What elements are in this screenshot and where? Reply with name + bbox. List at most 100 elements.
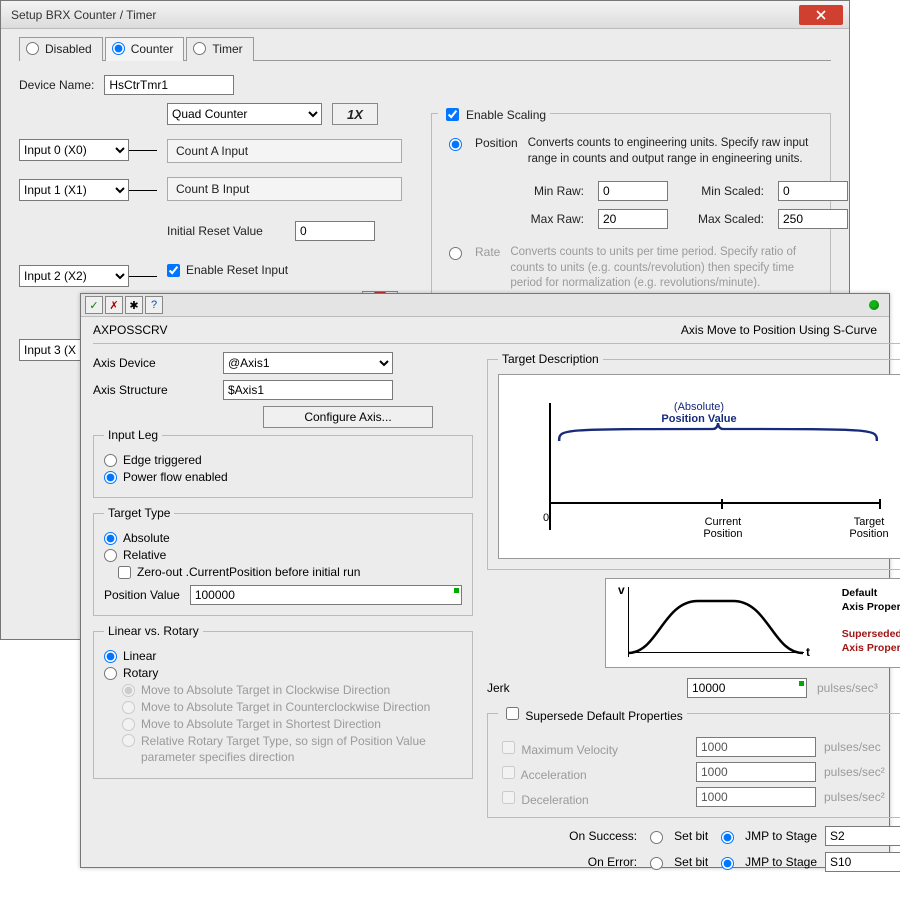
initial-reset-label: Initial Reset Value — [167, 224, 285, 238]
tab-timer-label: Timer — [212, 42, 242, 56]
target-type-group: Target Type Absolute Relative Zero-out .… — [93, 506, 473, 616]
error-setbit-radio[interactable] — [650, 857, 663, 870]
dec-label: Deceleration — [521, 793, 588, 807]
max-scaled-input[interactable] — [778, 209, 848, 229]
enable-scaling-label: Enable Scaling — [466, 108, 546, 122]
cancel-button[interactable]: ✗ — [105, 296, 123, 314]
configure-axis-button[interactable]: Configure Axis... — [263, 406, 433, 428]
jerk-units: pulses/sec³ — [817, 681, 878, 695]
close-icon — [816, 10, 826, 20]
target-diagram: (Absolute) Position Value 0 — [498, 374, 900, 559]
rotary-cw-label: Move to Absolute Target in Clockwise Dir… — [141, 683, 390, 697]
initial-reset-input[interactable] — [295, 221, 375, 241]
input1-select[interactable]: Input 1 (X1) — [19, 179, 129, 201]
supersede-checkbox[interactable] — [506, 707, 519, 720]
settings-button[interactable]: ✱ — [125, 296, 143, 314]
axis-structure-field — [223, 380, 393, 400]
relative-radio[interactable] — [104, 549, 117, 562]
enable-scaling-checkbox[interactable] — [446, 108, 459, 121]
scaling-position-radio[interactable] — [449, 138, 462, 151]
s-curve-icon — [628, 595, 803, 655]
maxv-units: pulses/sec — [824, 740, 900, 754]
diagram-current-label-1: Current — [705, 516, 742, 528]
rotary-relative-label: Relative Rotary Target Type, so sign of … — [141, 734, 462, 765]
linear-rotary-legend: Linear vs. Rotary — [104, 624, 203, 638]
jerk-input[interactable] — [687, 678, 807, 698]
success-jmp-radio[interactable] — [721, 831, 734, 844]
enable-reset-checkbox[interactable] — [167, 264, 180, 277]
power-flow-label: Power flow enabled — [123, 470, 228, 484]
axis-device-select[interactable]: @Axis1 — [223, 352, 393, 374]
instruction-name: AXPOSSCRV — [93, 323, 167, 337]
linear-label: Linear — [123, 649, 156, 663]
min-raw-label: Min Raw: — [512, 184, 584, 198]
tab-timer-radio[interactable] — [193, 42, 206, 55]
linear-radio[interactable] — [104, 650, 117, 663]
relative-label: Relative — [123, 548, 166, 562]
velplot-superseded-2: Axis Property — [842, 642, 900, 654]
success-stage-input[interactable] — [825, 826, 900, 846]
diagram-target-label-2: Position — [849, 528, 888, 540]
acc-label: Acceleration — [521, 768, 587, 782]
zero-out-label: Zero-out .CurrentPosition before initial… — [137, 565, 360, 579]
velplot-t-label: t — [806, 645, 810, 659]
on-success-label: On Success: — [551, 829, 637, 843]
tab-disabled[interactable]: Disabled — [19, 37, 103, 61]
function-select[interactable]: Quad Counter — [167, 103, 322, 125]
dec-units: pulses/sec² — [824, 790, 900, 804]
multiplier-1x-button[interactable]: 1X — [332, 103, 378, 125]
rotary-cw-radio — [122, 684, 135, 697]
scaling-rate-label: Rate — [475, 245, 500, 259]
window-title: Setup BRX Counter / Timer — [11, 8, 156, 22]
device-name-input[interactable] — [104, 75, 234, 95]
success-setbit-radio[interactable] — [650, 831, 663, 844]
rotary-label: Rotary — [123, 666, 158, 680]
success-setbit-label: Set bit — [674, 829, 708, 843]
scaling-rate-desc: Converts counts to units per time period… — [510, 245, 818, 292]
jerk-label: Jerk — [487, 681, 677, 695]
error-jmp-radio[interactable] — [721, 857, 734, 870]
error-setbit-label: Set bit — [674, 855, 708, 869]
min-raw-input[interactable] — [598, 181, 668, 201]
tab-timer[interactable]: Timer — [186, 37, 253, 61]
absolute-radio[interactable] — [104, 532, 117, 545]
scaling-rate-radio[interactable] — [449, 247, 462, 260]
min-scaled-label: Min Scaled: — [682, 184, 764, 198]
close-button[interactable] — [799, 5, 843, 25]
instruction-subtitle: Axis Move to Position Using S-Curve — [681, 323, 877, 337]
input-leg-legend: Input Leg — [104, 428, 162, 442]
velplot-default-1: Default — [842, 587, 878, 599]
diagram-target-label-1: Target — [854, 516, 885, 528]
velplot-v-label: v — [618, 583, 625, 597]
min-scaled-input[interactable] — [778, 181, 848, 201]
on-error-label: On Error: — [551, 855, 637, 869]
maxv-input — [696, 737, 816, 757]
scaling-panel: Enable Scaling Position Converts counts … — [431, 113, 831, 307]
power-flow-radio[interactable] — [104, 471, 117, 484]
tab-counter-label: Counter — [131, 42, 174, 56]
tab-counter-radio[interactable] — [112, 42, 125, 55]
velplot-default-2: Axis Property — [842, 601, 900, 613]
edge-triggered-radio[interactable] — [104, 454, 117, 467]
help-button[interactable]: ? — [145, 296, 163, 314]
linear-rotary-group: Linear vs. Rotary Linear Rotary Move to … — [93, 624, 473, 779]
device-name-label: Device Name: — [19, 78, 94, 92]
rotary-radio[interactable] — [104, 667, 117, 680]
velplot-superseded-1: Superseded — [842, 628, 900, 640]
zero-out-checkbox[interactable] — [118, 566, 131, 579]
ok-button[interactable]: ✓ — [85, 296, 103, 314]
error-stage-input[interactable] — [825, 852, 900, 872]
title-bar: Setup BRX Counter / Timer — [1, 1, 849, 29]
position-value-input[interactable] — [190, 585, 462, 605]
rotary-relative-radio — [122, 734, 135, 747]
diagram-current-label-2: Position — [703, 528, 742, 540]
max-raw-input[interactable] — [598, 209, 668, 229]
rotary-ccw-label: Move to Absolute Target in Counterclockw… — [141, 700, 430, 714]
input0-select[interactable]: Input 0 (X0) — [19, 139, 129, 161]
input2-select[interactable]: Input 2 (X2) — [19, 265, 129, 287]
mode-tabs: Disabled Counter Timer — [19, 37, 831, 61]
diagram-absolute-label: (Absolute) — [674, 401, 724, 413]
tab-disabled-radio[interactable] — [26, 42, 39, 55]
acc-checkbox — [502, 766, 515, 779]
tab-counter[interactable]: Counter — [105, 37, 185, 61]
